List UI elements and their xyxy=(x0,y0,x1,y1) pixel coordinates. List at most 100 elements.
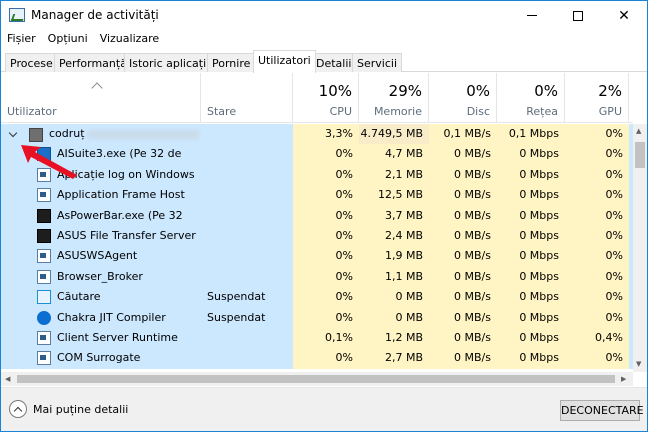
column-user-label: Utilizator xyxy=(7,105,57,118)
column-status[interactable]: Stare xyxy=(201,73,293,123)
user-network-value: 0,1 Mbps xyxy=(497,124,565,145)
process-row[interactable]: ASUSWSAgent 0% 1,9 MB 0 MB/s 0 Mbps 0% xyxy=(1,246,633,267)
tab-users[interactable]: Utilizatori xyxy=(253,50,316,73)
process-row[interactable]: Aplicație log on Windows 0% 2,1 MB 0 MB/s 0 … xyxy=(1,164,633,186)
vertical-scrollbar[interactable]: ▲ ▼ xyxy=(633,124,647,372)
close-button[interactable]: ✕ xyxy=(601,1,647,30)
process-name: Căutare xyxy=(57,290,101,304)
process-network-value: 0 Mbps xyxy=(497,287,565,308)
tab-app-history[interactable]: Istoric aplicații xyxy=(124,53,215,72)
column-cpu[interactable]: 10% CPU xyxy=(293,73,359,123)
footer-bar: Mai puține detalii DECONECTARE xyxy=(1,387,647,431)
process-memory-value: 2,4 MB xyxy=(359,226,429,247)
process-gpu-value: 0% xyxy=(565,205,629,226)
app-window-icon xyxy=(37,188,51,203)
process-disk-value: 0 MB/s xyxy=(429,205,497,226)
column-extra[interactable]: M xyxy=(629,73,633,123)
process-row[interactable]: AsPowerBar.exe (Pe 32 de ...0%3,7 MB0 MB… xyxy=(1,205,633,242)
tab-details[interactable]: Detalii xyxy=(311,53,357,72)
process-network-value: 0 Mbps xyxy=(497,266,565,288)
menu-view[interactable]: Vizualizare xyxy=(94,30,166,49)
process-row[interactable]: Chakra JIT Compiler Suspendat 0% 0 MB 0 MB/s… xyxy=(1,307,633,328)
fewer-details-link[interactable]: Mai puține detalii xyxy=(33,403,128,416)
process-network-value: 0 Mbps xyxy=(497,307,565,328)
scroll-right-icon[interactable]: ▶ xyxy=(621,375,626,383)
process-disk-value: 0 MB/s xyxy=(429,348,497,369)
disconnect-button[interactable]: DECONECTARE xyxy=(560,400,644,421)
process-row[interactable]: ASUS File Transfer Server (P...0%2,4 MB0… xyxy=(1,226,633,262)
minimize-button[interactable] xyxy=(509,1,555,30)
user-memory-value: 4.749,5 MB xyxy=(359,124,429,145)
user-avatar-icon xyxy=(29,128,43,142)
process-network-value: 0 Mbps xyxy=(497,328,565,349)
process-row[interactable]: Căutare Suspendat 0% 0 MB 0 MB/s 0 Mbps 0% xyxy=(1,287,633,308)
process-memory-value: 2,7 MB xyxy=(359,348,429,369)
tab-processes[interactable]: Procese xyxy=(5,53,58,72)
horizontal-scroll-thumb[interactable] xyxy=(17,375,615,383)
scroll-up-icon[interactable]: ▲ xyxy=(636,127,641,135)
cpu-total: 10% xyxy=(318,82,352,100)
expand-chevron-icon[interactable] xyxy=(8,128,18,138)
scroll-down-icon[interactable]: ▼ xyxy=(636,360,641,368)
process-cpu-value: 0% xyxy=(293,246,359,267)
process-status xyxy=(207,328,293,348)
process-cpu-value: 0% xyxy=(293,164,359,186)
tab-startup[interactable]: Pornire xyxy=(207,53,256,72)
process-network-value: 0 Mbps xyxy=(497,205,565,226)
process-disk-value: 0 MB/s xyxy=(429,266,497,288)
scroll-left-icon[interactable]: ◀ xyxy=(5,375,10,383)
process-gpu-value: 0% xyxy=(565,348,629,369)
process-cpu-value: 0% xyxy=(293,205,359,226)
process-status: Suspendat xyxy=(207,310,266,324)
disk-total: 0% xyxy=(466,82,490,100)
app-window-icon xyxy=(37,331,51,345)
collapse-chevron-icon[interactable] xyxy=(9,400,27,418)
process-row[interactable]: Client Server Runtime Proc...0,1%1,2 MB0… xyxy=(1,328,633,364)
process-row[interactable]: Browser_Broker 0% 1,1 MB 0 MB/s 0 Mbps 0% xyxy=(1,266,633,288)
process-cpu-value: 0% xyxy=(293,226,359,247)
column-gpu-label: GPU xyxy=(598,105,622,118)
process-disk-value: 0 MB/s xyxy=(429,144,497,165)
process-gpu-value: 0% xyxy=(565,144,629,165)
wifi-icon xyxy=(37,229,51,243)
process-row[interactable]: COM Surrogate 0% 2,7 MB 0 MB/s 0 Mbps 0% xyxy=(1,348,633,369)
process-row[interactable]: AISuite3.exe (Pe 32 de biți)0%4,7 MB0 MB… xyxy=(1,144,633,180)
menu-file[interactable]: Fișier xyxy=(1,30,42,49)
tab-services[interactable]: Servicii xyxy=(352,53,402,72)
column-disk[interactable]: 0% Disc xyxy=(429,73,497,123)
search-icon xyxy=(37,290,51,305)
sort-up-icon xyxy=(91,82,103,94)
column-gpu[interactable]: 2% GPU xyxy=(565,73,629,123)
memory-total: 29% xyxy=(388,82,422,100)
process-status xyxy=(207,267,293,287)
process-status xyxy=(207,348,293,368)
process-gpu-value: 0,4% xyxy=(565,328,629,349)
app-window-icon xyxy=(37,351,51,366)
process-network-value: 0 Mbps xyxy=(497,144,565,165)
tab-strip: Procese Performanță Istoric aplicații Po… xyxy=(1,50,647,73)
column-memory-label: Memorie xyxy=(373,105,422,118)
process-cpu-value: 0% xyxy=(293,185,359,206)
process-cpu-value: 0% xyxy=(293,287,359,308)
user-row[interactable]: codruț 3,3% 4.749,5 MB 0,1 MB/s 0,1 Mbps 0% xyxy=(1,124,633,145)
horizontal-scrollbar[interactable]: ◀ ▶ xyxy=(1,372,633,386)
maximize-icon xyxy=(573,10,583,21)
menu-options[interactable]: Opțiuni xyxy=(42,30,94,49)
process-gpu-value: 0% xyxy=(565,226,629,247)
vertical-scroll-thumb[interactable] xyxy=(635,142,645,168)
process-network-value: 0 Mbps xyxy=(497,185,565,206)
process-status xyxy=(207,185,293,205)
column-network[interactable]: 0% Rețea xyxy=(497,73,565,123)
process-gpu-value: 0% xyxy=(565,246,629,267)
process-memory-value: 0 MB xyxy=(359,307,429,328)
column-user[interactable]: Utilizator xyxy=(1,73,201,123)
process-name: Application Frame Host xyxy=(57,188,185,202)
window-title: Manager de activități xyxy=(31,8,159,22)
process-memory-value: 2,1 MB xyxy=(359,164,429,186)
tab-performance[interactable]: Performanță xyxy=(54,53,132,72)
process-network-value: 0 Mbps xyxy=(497,348,565,369)
maximize-button[interactable] xyxy=(555,1,601,30)
process-memory-value: 1,1 MB xyxy=(359,266,429,288)
process-row[interactable]: Application Frame Host 0% 12,5 MB 0 MB/s 0 M… xyxy=(1,185,633,206)
column-memory[interactable]: 29% Memorie xyxy=(359,73,429,123)
